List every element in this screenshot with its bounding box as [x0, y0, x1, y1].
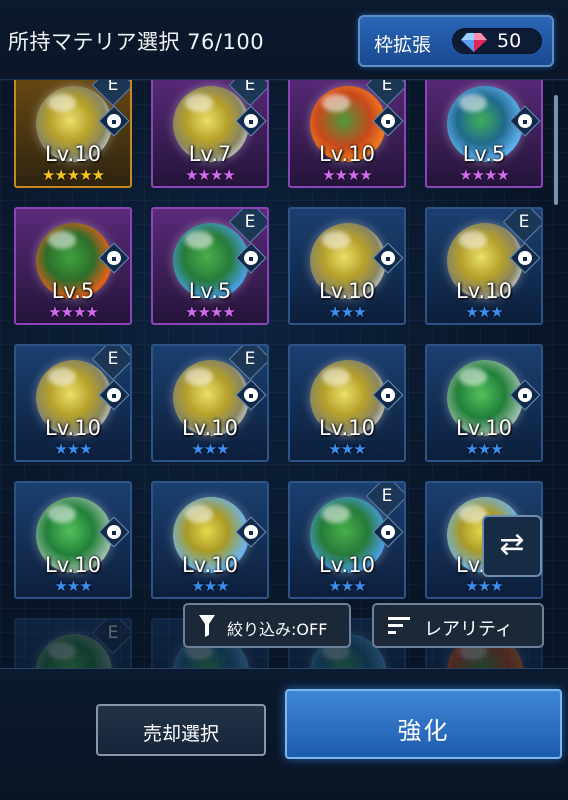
enhance-label: 強化 — [397, 717, 450, 745]
materia-tile[interactable]: Lv.10★★★ — [14, 481, 132, 599]
sort-lines-icon — [388, 617, 410, 634]
orb-highlight — [48, 505, 76, 523]
rarity-stars: ★★★ — [328, 303, 366, 321]
materia-level: Lv.5 — [462, 142, 506, 166]
footer-bar: 売却選択 強化 — [0, 668, 568, 800]
orb-highlight — [322, 94, 350, 112]
rarity-stars: ★★★★ — [322, 166, 373, 184]
materia-tile[interactable]: Lv.10 ★★★ E — [151, 344, 269, 462]
expand-slots-label: 枠拡張 — [374, 34, 432, 56]
materia-tile[interactable]: Lv.10 ★★★★ E — [288, 80, 406, 188]
rarity-stars: ★★★ — [191, 577, 229, 595]
rarity-stars: ★★★ — [465, 440, 503, 458]
gem-counter: 50 — [452, 28, 542, 54]
materia-level: Lv.7 — [188, 142, 232, 166]
orb-highlight — [48, 368, 76, 386]
materia-level: Lv.10 — [456, 416, 512, 440]
materia-level: Lv.10 — [45, 416, 101, 440]
materia-level: Lv.10 — [456, 279, 512, 303]
scrollbar[interactable] — [554, 95, 558, 205]
rarity-stars: ★★★ — [465, 577, 503, 595]
rarity-stars: ★★★ — [328, 440, 366, 458]
orb-highlight — [322, 505, 350, 523]
rarity-stars: ★★★★★ — [41, 166, 105, 184]
enhance-button[interactable]: 強化 — [285, 689, 562, 759]
materia-tile[interactable]: Lv.10★★★ — [151, 481, 269, 599]
materia-tile[interactable]: Lv.10★★★ — [288, 207, 406, 325]
materia-tile[interactable]: Lv.10 ★★★ E — [288, 481, 406, 599]
filter-funnel-icon — [199, 615, 215, 637]
orb-highlight — [48, 642, 76, 660]
materia-level: Lv.10 — [45, 553, 101, 577]
orb-highlight — [322, 368, 350, 386]
crystal-gem-icon — [461, 33, 487, 52]
materia-tile[interactable]: E — [14, 618, 132, 668]
materia-tile[interactable]: Lv.5 ★★★★ E — [151, 207, 269, 325]
orb-highlight — [48, 94, 76, 112]
materia-level: Lv.10 — [319, 279, 375, 303]
gem-count: 50 — [497, 30, 522, 52]
rarity-stars: ★★★ — [54, 440, 92, 458]
rarity-stars: ★★★★ — [48, 303, 99, 321]
materia-tile[interactable]: Lv.5 ★★★★ — [14, 207, 132, 325]
rarity-stars: ★★★ — [328, 577, 366, 595]
sell-select-label: 売却選択 — [142, 723, 219, 745]
rarity-stars: ★★★★ — [459, 166, 510, 184]
materia-tile[interactable]: Lv.10 ★★★★★ E — [14, 80, 132, 188]
rarity-stars: ★★★★ — [185, 303, 236, 321]
swap-view-button[interactable]: ⇄ — [482, 515, 542, 577]
orb-highlight — [185, 231, 213, 249]
materia-grid-area[interactable]: Lv.10 ★★★★★ E Lv.7 ★★★★ E Lv.10 ★★★★ E Lv.5 ★★★★ Lv… — [0, 80, 568, 668]
materia-tile[interactable]: Lv.10 ★★★ E — [14, 344, 132, 462]
materia-tile[interactable]: Lv.7 ★★★★ E — [151, 80, 269, 188]
materia-level: Lv.10 — [182, 553, 238, 577]
materia-tile[interactable]: Lv.10★★★ — [425, 344, 543, 462]
orb-highlight — [48, 231, 76, 249]
orb-highlight — [185, 368, 213, 386]
materia-level: Lv.10 — [182, 416, 238, 440]
materia-level: Lv.10 — [319, 416, 375, 440]
orb-highlight — [459, 368, 487, 386]
materia-level: Lv.10 — [319, 142, 375, 166]
rarity-stars: ★★★ — [191, 440, 229, 458]
header-bar: 所持マテリア選択 76/100 枠拡張 50 — [0, 0, 568, 80]
rarity-stars: ★★★ — [465, 303, 503, 321]
orb-highlight — [322, 231, 350, 249]
orb-highlight — [459, 94, 487, 112]
rarity-stars: ★★★ — [54, 577, 92, 595]
sort-label: レアリティ — [424, 619, 513, 640]
materia-level: Lv.5 — [188, 279, 232, 303]
sort-button[interactable]: レアリティ — [372, 603, 544, 648]
materia-level: Lv.10 — [45, 142, 101, 166]
orb-highlight — [185, 94, 213, 112]
materia-tile[interactable]: Lv.10★★★ — [288, 344, 406, 462]
sell-select-button[interactable]: 売却選択 — [96, 704, 266, 756]
materia-level: Lv.5 — [51, 279, 95, 303]
rarity-stars: ★★★★ — [185, 166, 236, 184]
swap-arrows-icon: ⇄ — [499, 527, 525, 562]
materia-level: Lv.10 — [319, 553, 375, 577]
page-title: 所持マテリア選択 76/100 — [8, 30, 265, 54]
filter-button[interactable]: 絞り込み:OFF — [183, 603, 351, 648]
filter-label: 絞り込み:OFF — [227, 620, 328, 639]
materia-tile[interactable]: Lv.10 ★★★ E — [425, 207, 543, 325]
orb-highlight — [459, 231, 487, 249]
expand-slots-button[interactable]: 枠拡張 50 — [358, 15, 554, 67]
materia-tile[interactable]: Lv.5 ★★★★ — [425, 80, 543, 188]
orb-highlight — [185, 505, 213, 523]
